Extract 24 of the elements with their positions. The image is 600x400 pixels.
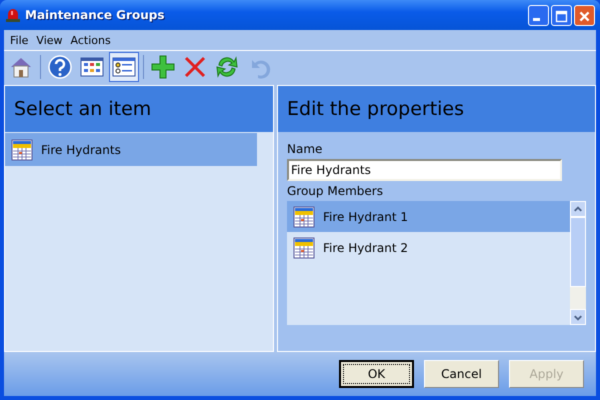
table-icon [293,236,315,258]
scrollbar[interactable] [570,201,586,325]
field-label: Name [287,142,324,158]
table-icon [293,206,315,228]
list-item[interactable]: Fire Hydrant 1 [287,201,570,232]
close-button[interactable] [574,4,595,26]
maximize-button[interactable] [551,4,572,26]
menu-item[interactable]: Actions [66,34,115,46]
ok-button[interactable]: OK [339,360,414,388]
list-item[interactable]: Fire Hydrant 2 [287,232,570,263]
cancel-button[interactable]: Cancel [424,360,499,388]
panel-header: Select an item [5,86,273,132]
menu-item[interactable]: File [6,34,32,46]
window-title: Maintenance Groups [25,8,166,22]
minimize-icon [533,18,540,20]
form-view-button[interactable] [109,52,139,82]
name-field[interactable]: Fire Hydrants [287,159,562,181]
list-item[interactable]: Fire Hydrants [5,133,257,166]
siren-icon [5,7,21,23]
menu-item[interactable]: View [32,34,67,46]
table-icon [11,138,33,160]
minimize-button[interactable] [528,4,549,26]
panel-header: Edit the properties [278,86,595,132]
field-label: Group Members [287,184,384,200]
